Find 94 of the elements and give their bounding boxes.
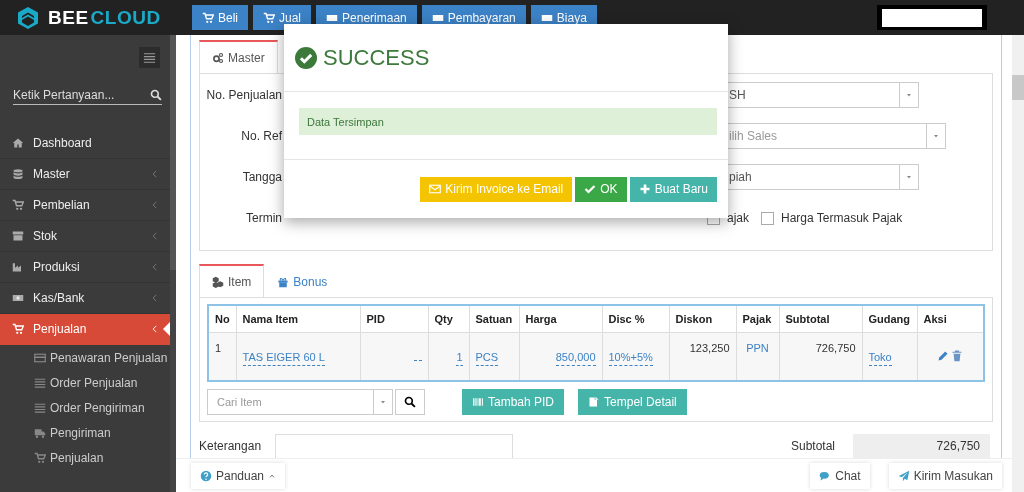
card-icon — [34, 351, 46, 364]
gears-icon — [212, 51, 224, 64]
check-icon — [584, 183, 597, 195]
barcode-icon — [472, 396, 484, 408]
column-header: Diskon — [669, 305, 736, 333]
dialog-button[interactable]: Buat Baru — [629, 176, 717, 202]
list-icon — [34, 401, 46, 414]
user-field[interactable] — [877, 5, 987, 30]
factory-icon — [12, 261, 24, 273]
submenu-item[interactable]: Penjualan — [0, 445, 170, 470]
caret-icon — [905, 173, 913, 181]
money-icon — [12, 292, 24, 304]
editable-cell[interactable]: 850,000 — [555, 350, 596, 366]
home-icon — [12, 137, 24, 149]
dialog-title: SUCCESS — [323, 44, 430, 71]
table-cell: 726,750 — [815, 342, 856, 354]
notes-label: Keterangan — [199, 438, 263, 453]
submenu-item[interactable]: Penawaran Penjualan — [0, 345, 170, 370]
cart-icon — [202, 11, 214, 24]
checkbox-label: Harga Termasuk Pajak — [781, 211, 903, 225]
gift-icon — [277, 275, 290, 288]
search-button[interactable] — [395, 389, 425, 415]
cart-icon — [263, 11, 275, 24]
editable-cell[interactable] — [413, 357, 422, 361]
tab[interactable]: Item — [199, 264, 265, 297]
edit-icon — [937, 349, 950, 362]
plus-icon — [638, 183, 651, 195]
cart-icon — [12, 323, 24, 335]
field-label: Tangga — [241, 170, 282, 184]
cart-icon — [12, 199, 24, 211]
field-label: No. Penjualan — [205, 88, 282, 102]
caret-icon — [932, 132, 940, 140]
submenu-item[interactable]: Order Penjualan — [0, 370, 170, 395]
submenu-item[interactable]: Order Pengiriman — [0, 395, 170, 420]
column-header: No — [208, 305, 236, 333]
column-header: PID — [360, 305, 428, 333]
item-select[interactable]: Cari Item — [207, 389, 393, 415]
column-header: Gudang — [862, 305, 917, 333]
success-icon — [295, 46, 317, 69]
column-header: Harga — [519, 305, 602, 333]
box-icon — [12, 230, 24, 242]
scrollbar[interactable] — [170, 35, 176, 492]
delete-icon — [951, 349, 964, 362]
chat-button[interactable]: Chat — [810, 462, 870, 489]
dialog-button[interactable]: OK — [575, 176, 627, 202]
help-icon — [200, 469, 212, 482]
list-icon — [34, 376, 46, 389]
scrollbar-thumb[interactable] — [1012, 75, 1024, 100]
tab[interactable]: Master — [199, 40, 278, 73]
caret-icon — [379, 398, 387, 406]
column-header: Pajak — [736, 305, 779, 333]
paper-plane-icon — [897, 469, 910, 482]
cubes-icon — [212, 275, 224, 288]
search-icon — [404, 396, 416, 408]
truck-icon — [34, 426, 46, 439]
table-cell: 1 — [208, 332, 236, 381]
subtotal-label: Subtotal — [791, 438, 837, 453]
submenu-item[interactable]: Pengiriman — [0, 420, 170, 445]
checkbox-label: ajak — [727, 211, 749, 225]
field-label: Termin — [245, 211, 282, 225]
subtotal-value: 726,750 — [853, 434, 990, 458]
logo: BEECLOUD — [0, 0, 176, 35]
column-header: Disc % — [602, 305, 669, 333]
menu-button[interactable] — [139, 47, 160, 68]
envelope-icon — [429, 183, 442, 195]
checkbox[interactable] — [761, 211, 774, 225]
scrollbar[interactable] — [1012, 35, 1024, 492]
nav-button[interactable]: Beli — [192, 5, 248, 30]
column-header: Satuan — [469, 305, 519, 333]
column-header: Qty — [428, 305, 469, 333]
menu-icon — [142, 50, 157, 65]
column-header: Nama Item — [236, 305, 360, 333]
search-icon — [150, 89, 162, 101]
chat-icon — [819, 469, 832, 482]
tax-link[interactable]: PPN — [746, 342, 769, 354]
action-button[interactable]: Tempel Detail — [578, 389, 687, 415]
feedback-button[interactable]: Kirim Masukan — [888, 462, 1002, 489]
editable-cell[interactable]: 1 — [456, 350, 463, 366]
table-cell: 123,250 — [689, 342, 730, 354]
scrollbar-thumb[interactable] — [170, 35, 176, 270]
action-button[interactable]: Tambah PID — [462, 389, 565, 415]
field-label: No. Ref — [240, 129, 282, 143]
cart-icon — [34, 451, 46, 464]
tab[interactable]: Bonus — [264, 264, 341, 297]
editable-cell[interactable]: Toko — [868, 350, 892, 366]
column-header: Subtotal — [779, 305, 862, 333]
search-field[interactable]: Ketik Pertanyaan... — [13, 88, 162, 105]
caret-icon — [905, 91, 913, 99]
copy-icon — [588, 396, 601, 408]
sidebar-item[interactable]: Penjualan — [0, 314, 170, 345]
database-icon — [12, 168, 24, 180]
guide-button[interactable]: Panduan — [191, 462, 286, 489]
editable-cell[interactable]: PCS — [475, 350, 499, 366]
success-alert: Data Tersimpan — [299, 108, 717, 135]
